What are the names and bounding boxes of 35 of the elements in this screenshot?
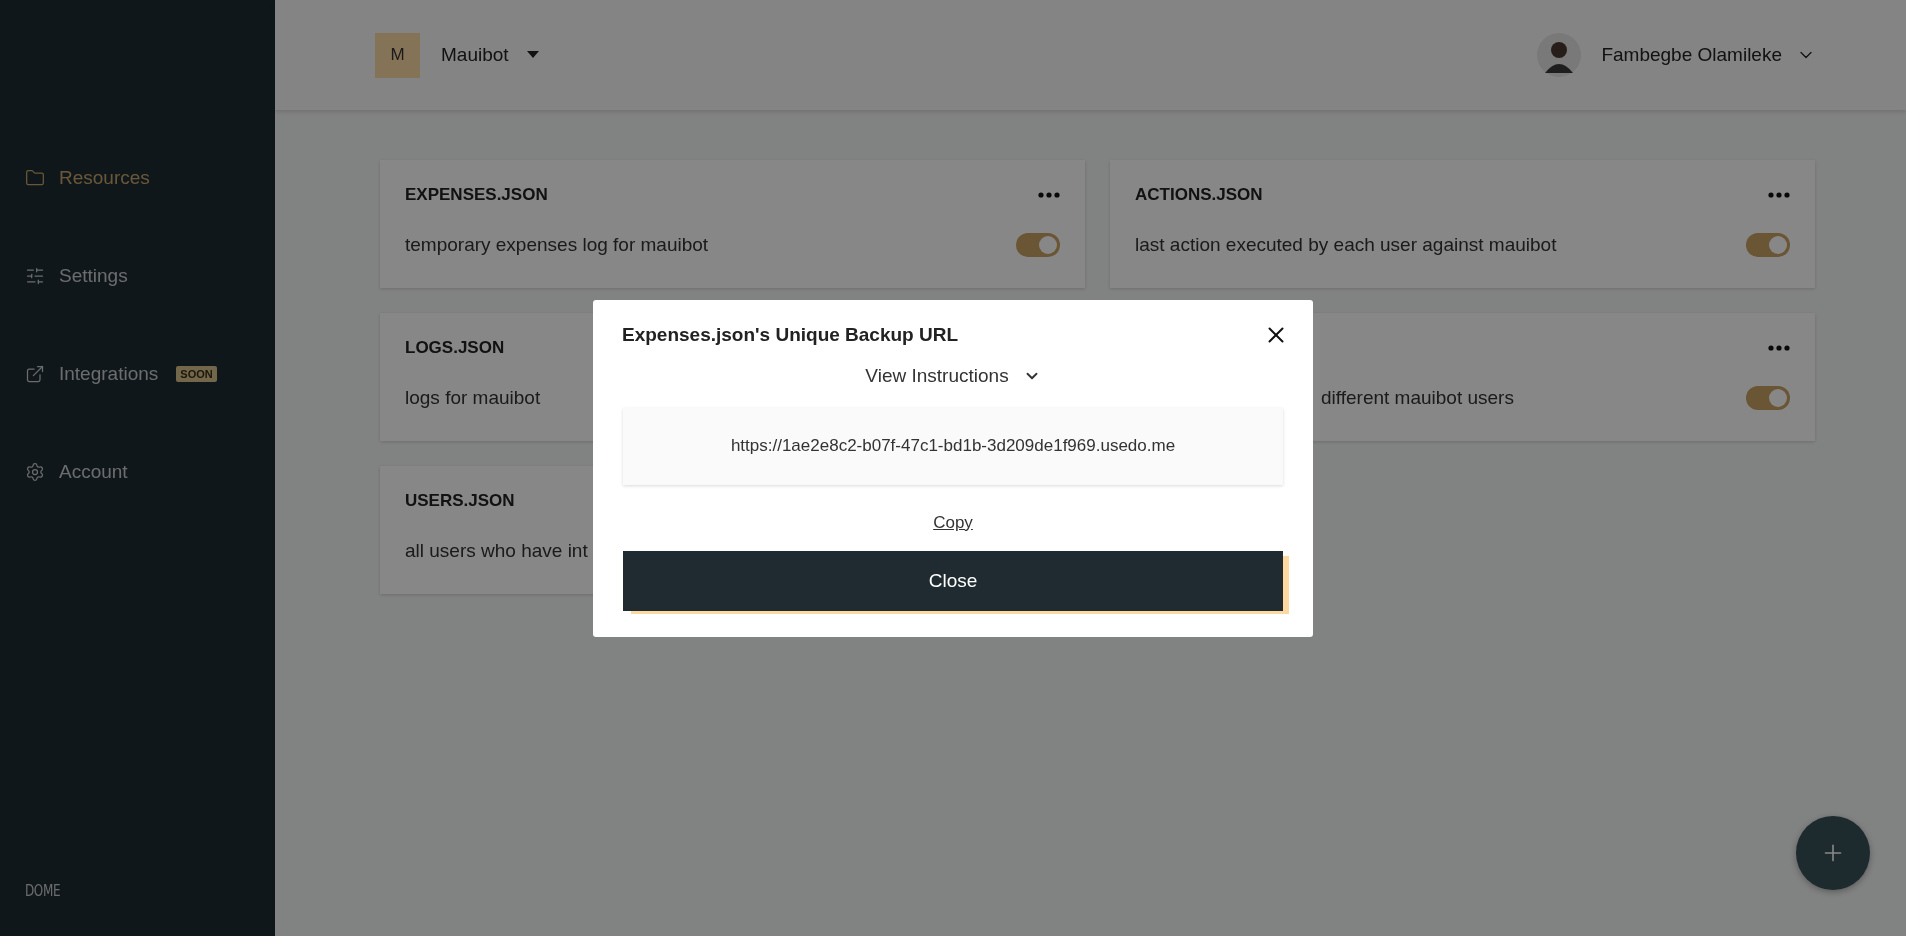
card-title: LOGS.JSON <box>405 338 505 358</box>
sidebar-item[interactable]: Account <box>25 452 275 492</box>
sidebar-item[interactable]: Integrations SOON <box>25 354 275 394</box>
toggle-switch[interactable] <box>1016 233 1060 257</box>
project-name[interactable]: Mauibot <box>441 44 509 66</box>
caret-icon[interactable] <box>526 51 539 59</box>
card-description: all users who have int <box>405 540 588 562</box>
sidebar-item[interactable]: Settings <box>25 256 275 296</box>
card-description: last action executed by each user against mauibot <box>1135 234 1557 256</box>
sliders-icon <box>25 266 45 286</box>
card-title: EXPENSES.JSON <box>405 185 548 205</box>
more-icon[interactable] <box>1038 192 1060 198</box>
user-name[interactable]: Fambegbe Olamileke <box>1601 44 1782 66</box>
add-button[interactable] <box>1796 816 1870 890</box>
card-description: different mauibot users <box>1320 387 1514 409</box>
brand-logo: DOME <box>25 881 62 900</box>
more-icon[interactable] <box>1768 192 1790 198</box>
soon-badge: SOON <box>176 366 217 382</box>
url-field[interactable]: https://1ae2e8c2-b07f-47c1-bd1b-3d209de1f969.usedo.me <box>623 407 1283 485</box>
folder-icon <box>25 168 45 188</box>
settings-icon <box>25 462 45 482</box>
more-icon[interactable] <box>1768 345 1790 351</box>
card-title: ACTIONS.JSON <box>1135 185 1263 205</box>
avatar-icon <box>1537 33 1582 77</box>
card-title: USERS.JSON <box>405 491 515 511</box>
modal-title: Expenses.json's Unique Backup URL <box>622 323 959 346</box>
project-avatar: M <box>375 32 420 78</box>
toggle-switch[interactable] <box>1746 386 1790 410</box>
card-description: temporary expenses log for mauibot <box>405 234 709 256</box>
copy-link[interactable]: Copy <box>933 512 973 533</box>
instructions-toggle[interactable]: View Instructions <box>859 363 1047 388</box>
external-link-icon <box>25 364 45 384</box>
card-description: logs for mauibot <box>405 387 541 409</box>
sidebar-item[interactable]: Resources <box>25 158 275 198</box>
toggle-switch[interactable] <box>1746 233 1790 257</box>
